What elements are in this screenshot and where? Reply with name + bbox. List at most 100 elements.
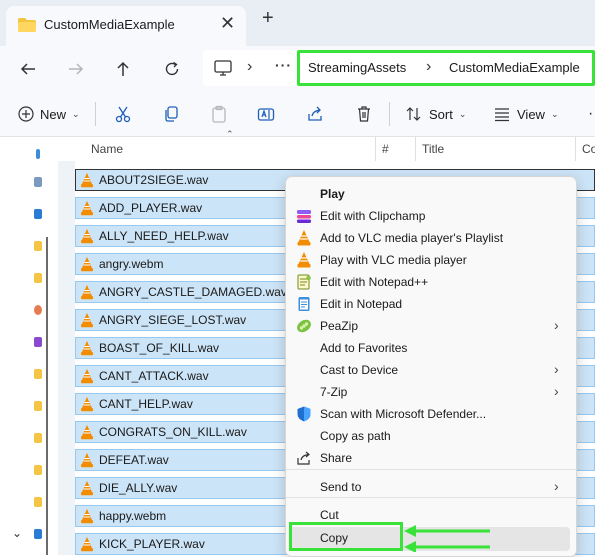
file-name: ANGRY_CASTLE_DAMAGED.wav xyxy=(99,285,287,299)
cut-button[interactable] xyxy=(114,92,132,136)
breadcrumb-streaming-assets[interactable]: StreamingAssets xyxy=(308,60,406,75)
column-header-number[interactable]: # xyxy=(382,142,389,166)
menu-item-label: Send to xyxy=(320,480,362,494)
menu-separator xyxy=(286,469,576,470)
column-header-contributing-artists[interactable]: Co xyxy=(582,142,595,166)
menu-item-edit-with-notepad[interactable]: Edit with Notepad++ xyxy=(290,271,572,293)
chevron-right-icon: › xyxy=(554,361,559,377)
menu-item-send-to[interactable]: Send to › xyxy=(290,476,572,498)
monitor-icon[interactable] xyxy=(213,58,233,78)
menu-item-add-to-favorites[interactable]: Add to Favorites xyxy=(290,337,572,359)
nav-item-icon[interactable] xyxy=(34,273,42,283)
nav-scrollbar[interactable] xyxy=(46,237,48,555)
notepadpp-icon xyxy=(297,274,311,290)
file-name: KICK_PLAYER.wav xyxy=(99,537,205,551)
nav-item-icon[interactable] xyxy=(34,209,42,219)
menu-item-scan-with-microsoft-defender[interactable]: Scan with Microsoft Defender... xyxy=(290,403,572,425)
tab-custom-media-example[interactable]: CustomMediaExample ✕ xyxy=(6,6,246,46)
file-name: ADD_PLAYER.wav xyxy=(99,201,203,215)
menu-item-copy-as-path[interactable]: Copy as path xyxy=(290,425,572,447)
menu-item-7-zip[interactable]: 7-Zip › xyxy=(290,381,572,403)
menu-item-label: Cast to Device xyxy=(320,363,399,377)
menu-item-cast-to-device[interactable]: Cast to Device › xyxy=(290,359,572,381)
file-name: ANGRY_SIEGE_LOST.wav xyxy=(99,313,247,327)
chevron-right-icon: › xyxy=(554,383,559,399)
notepad-icon xyxy=(298,297,310,311)
nav-item-icon[interactable] xyxy=(34,305,42,315)
menu-item-label: Cut xyxy=(320,508,339,522)
menu-item-edit-in-notepad[interactable]: Edit in Notepad xyxy=(290,293,572,315)
rename-button[interactable] xyxy=(257,92,275,136)
context-menu: Play Edit with Clipchamp Add to VLC media … xyxy=(285,176,577,557)
vlc-file-icon xyxy=(81,229,93,244)
refresh-button[interactable] xyxy=(157,54,187,84)
nav-item-icon[interactable] xyxy=(34,433,42,443)
column-divider[interactable] xyxy=(375,137,376,161)
menu-item-edit-with-clipchamp[interactable]: Edit with Clipchamp xyxy=(290,205,572,227)
chevron-right-icon[interactable]: › xyxy=(426,58,431,76)
file-name: DEFEAT.wav xyxy=(99,453,169,467)
menu-item-label: Add to VLC media player's Playlist xyxy=(320,231,504,245)
menu-item-peazip[interactable]: PeaZip › xyxy=(290,315,572,337)
menu-item-label: PeaZip xyxy=(320,319,359,333)
toolbar-divider xyxy=(95,102,96,126)
trash-icon xyxy=(358,106,370,122)
menu-item-label: Play with VLC media player xyxy=(320,253,467,267)
address-bar[interactable]: › ··· StreamingAssets › CustomMediaExamp… xyxy=(203,50,595,86)
more-options-icon[interactable]: · xyxy=(588,92,593,136)
delete-button[interactable] xyxy=(355,92,373,136)
nav-item-icon[interactable] xyxy=(34,337,42,347)
vlc-file-icon xyxy=(81,201,93,216)
up-button[interactable] xyxy=(108,54,138,84)
close-icon[interactable]: ✕ xyxy=(220,13,235,33)
new-button[interactable]: New ⌄ xyxy=(18,92,80,136)
arrow-right-icon xyxy=(69,63,84,75)
chevron-down-icon[interactable]: ⌄ xyxy=(12,526,22,540)
forward-button[interactable] xyxy=(61,54,91,84)
column-header-name[interactable]: Name xyxy=(91,142,123,166)
column-divider[interactable] xyxy=(575,137,576,161)
column-divider[interactable] xyxy=(415,137,416,161)
more-locations-button[interactable]: ··· xyxy=(275,57,292,73)
nav-item-icon[interactable] xyxy=(34,529,42,539)
menu-item-add-to-vlc-media-player-s-playlist[interactable]: Add to VLC media player's Playlist xyxy=(290,227,572,249)
nav-item-icon[interactable] xyxy=(34,177,42,187)
file-name: CONGRATS_ON_KILL.wav xyxy=(99,425,247,439)
file-name: BOAST_OF_KILL.wav xyxy=(99,341,220,355)
menu-item-label: 7-Zip xyxy=(320,385,348,399)
menu-item-share[interactable]: Share xyxy=(290,447,572,469)
column-header-title[interactable]: Title xyxy=(422,142,444,166)
menu-item-label: Scan with Microsoft Defender... xyxy=(320,407,487,421)
menu-item-play[interactable]: Play xyxy=(290,183,572,205)
chevron-right-icon: › xyxy=(554,478,559,494)
sort-button[interactable]: Sort ⌄ xyxy=(405,92,466,136)
nav-item-icon[interactable] xyxy=(34,465,42,475)
folder-icon xyxy=(18,18,36,32)
copy-button[interactable] xyxy=(162,92,180,136)
menu-item-play-with-vlc-media-player[interactable]: Play with VLC media player xyxy=(290,249,572,271)
nav-item-icon[interactable] xyxy=(34,369,42,379)
vlc-icon xyxy=(297,230,311,246)
breadcrumb: StreamingAssets › CustomMediaExample xyxy=(297,50,595,86)
vlc-file-icon xyxy=(81,313,93,328)
vlc-file-icon xyxy=(81,285,93,300)
nav-item-icon[interactable] xyxy=(34,401,42,411)
vlc-file-icon xyxy=(81,173,93,188)
breadcrumb-custom-media-example[interactable]: CustomMediaExample xyxy=(449,60,580,75)
new-button-label: New xyxy=(40,106,67,122)
nav-item-icon[interactable] xyxy=(36,149,40,159)
share-button[interactable] xyxy=(306,92,324,136)
plus-circle-icon xyxy=(18,106,34,122)
sort-ascending-icon: ⌃ xyxy=(226,129,234,139)
nav-item-icon[interactable] xyxy=(34,241,42,251)
plus-icon[interactable]: + xyxy=(262,8,274,28)
navigation-bar: › ··· StreamingAssets › CustomMediaExamp… xyxy=(0,46,595,92)
tab-bar: CustomMediaExample ✕ + xyxy=(0,0,595,46)
nav-item-icon[interactable] xyxy=(34,497,42,507)
chevron-right-icon[interactable]: › xyxy=(247,58,252,76)
clipchamp-icon xyxy=(297,210,311,223)
view-button[interactable]: View ⌄ xyxy=(493,92,559,136)
file-name: DIE_ALLY.wav xyxy=(99,481,178,495)
vlc-icon xyxy=(297,252,311,268)
back-button[interactable] xyxy=(13,54,43,84)
